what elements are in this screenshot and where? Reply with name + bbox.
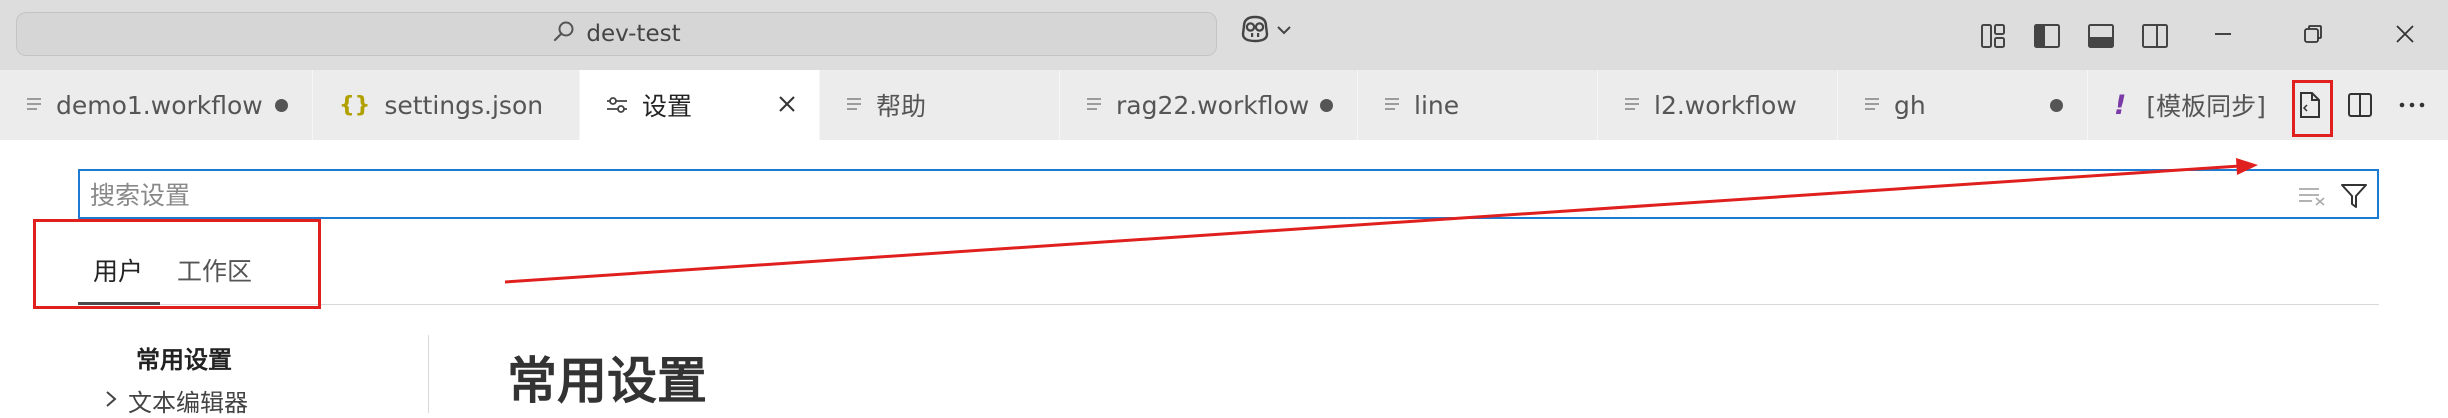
settings-search-box <box>78 169 2379 219</box>
file-lines-icon <box>846 96 862 114</box>
toggle-panel-icon[interactable] <box>2081 16 2121 56</box>
copilot-icon <box>1238 14 1272 48</box>
split-editor-icon[interactable] <box>2339 84 2381 126</box>
settings-search-input[interactable] <box>88 175 2242 215</box>
filter-icon[interactable] <box>2339 181 2369 211</box>
toggle-secondary-sidebar-icon[interactable] <box>2135 16 2175 56</box>
layout-controls <box>1973 16 2175 56</box>
toggle-primary-sidebar-icon[interactable] <box>2027 16 2067 56</box>
minimize-button[interactable] <box>2205 18 2241 54</box>
tab-label: l2.workflow <box>1654 90 1797 120</box>
tab-label: gh <box>1894 90 1926 120</box>
tab-settings-json[interactable]: {} settings.json <box>313 70 580 140</box>
chevron-down-icon <box>1276 22 1292 41</box>
minimize-icon <box>2213 24 2233 48</box>
copilot-menu[interactable] <box>1238 14 1292 48</box>
customize-layout-icon[interactable] <box>1973 16 2013 56</box>
file-lines-icon <box>1384 96 1400 114</box>
restore-icon <box>2302 23 2324 49</box>
tab-rag22-workflow[interactable]: rag22.workflow <box>1060 70 1358 140</box>
tab-demo1-workflow[interactable]: demo1.workflow <box>0 70 313 140</box>
file-lines-icon <box>1086 96 1102 114</box>
close-tab-icon[interactable] <box>773 90 801 118</box>
title-bar: dev-test <box>0 0 2448 70</box>
unsaved-dot <box>2050 99 2063 112</box>
file-lines-icon <box>1624 96 1640 114</box>
section-title: 常用设置 <box>507 352 707 410</box>
toc-item-common[interactable]: 常用设置 <box>136 340 232 375</box>
annotation-box-open-json <box>2292 80 2333 137</box>
unsaved-dot <box>1320 99 1333 112</box>
json-braces-icon: {} <box>339 92 371 118</box>
file-lines-icon <box>26 96 42 114</box>
tab-template-sync[interactable]: ! [模板同步] <box>2088 70 2288 140</box>
tab-label: line <box>1414 90 1460 120</box>
close-icon <box>2394 23 2416 49</box>
restore-button[interactable] <box>2295 18 2331 54</box>
tab-label: demo1.workflow <box>56 90 263 120</box>
tab-label: 设置 <box>642 92 693 121</box>
scope-divider <box>78 304 2379 305</box>
clear-filter-icon[interactable] <box>2297 181 2327 211</box>
tab-label: 帮助 <box>876 92 927 121</box>
command-center-label: dev-test <box>586 21 681 47</box>
tab-gh[interactable]: gh <box>1838 70 2088 140</box>
tab-label: rag22.workflow <box>1116 90 1310 120</box>
toc-divider <box>428 335 429 413</box>
annotation-box-scope-tabs <box>33 219 321 309</box>
command-center[interactable]: dev-test <box>16 12 1217 56</box>
close-window-button[interactable] <box>2387 18 2423 54</box>
file-lines-icon <box>1864 96 1880 114</box>
tab-help[interactable]: 帮助 <box>820 70 1060 140</box>
exclamation-icon: ! <box>2114 89 2127 121</box>
unsaved-dot <box>275 99 288 112</box>
chevron-right-icon <box>104 387 118 415</box>
settings-sliders-icon <box>606 95 628 115</box>
tab-l2-workflow[interactable]: l2.workflow <box>1598 70 1838 140</box>
editor-tab-bar: demo1.workflow {} settings.json 设置 帮助 ra… <box>0 70 2448 140</box>
tab-settings[interactable]: 设置 <box>580 70 820 140</box>
tab-label: settings.json <box>384 90 544 120</box>
tab-line[interactable]: line <box>1358 70 1598 140</box>
more-actions-icon[interactable] <box>2391 84 2433 126</box>
search-icon <box>552 20 576 48</box>
tab-label: [模板同步] <box>2146 92 2266 121</box>
